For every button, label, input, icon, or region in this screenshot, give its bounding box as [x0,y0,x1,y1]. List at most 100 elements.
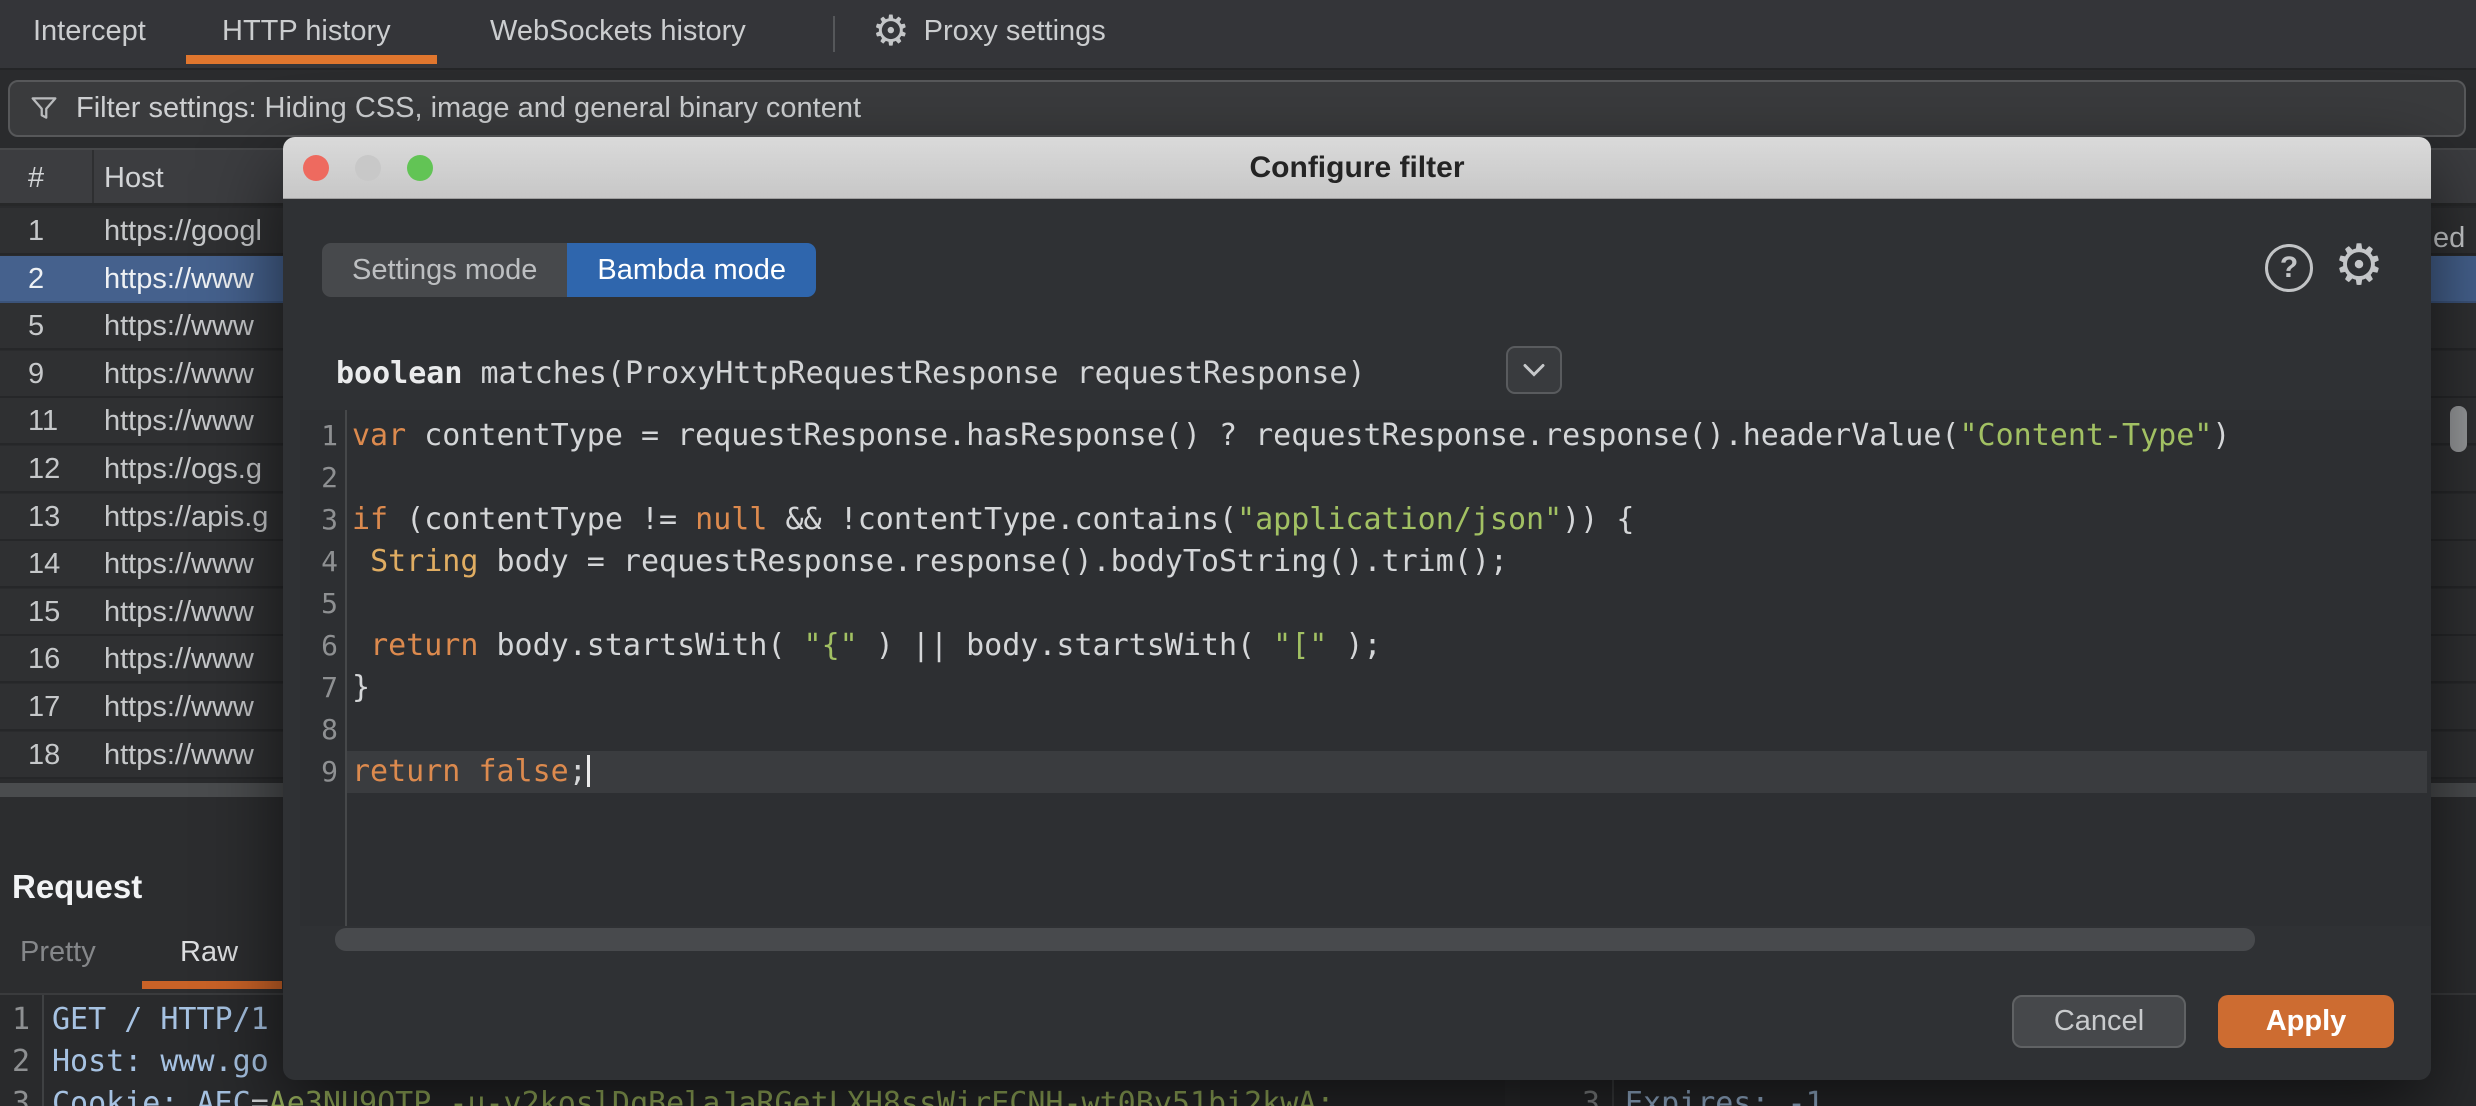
code-segment: if [352,502,388,537]
settings-gear-button[interactable]: ⚙ [2331,236,2387,296]
bambda-code-editor[interactable]: 1var contentType = requestResponse.hasRe… [300,410,2431,926]
line-code: if (contentType != null && !contentType.… [352,499,1634,541]
row-number: 16 [28,643,60,676]
tabbar-divider [833,16,835,52]
column-header-number[interactable]: # [28,162,44,195]
row-host: https://www [104,596,254,629]
burp-suite-window: Intercept HTTP history WebSockets histor… [0,0,2476,1106]
bambda-code-line: 3if (contentType != null && !contentType… [300,499,2431,541]
code-segment: = [251,1086,269,1106]
request-panel-title: Request [12,868,142,906]
line-number: 2 [0,1041,30,1083]
signature-rest: matches(ProxyHttpRequestResponse request… [462,356,1365,391]
line-number: 9 [300,751,338,793]
code-segment [352,628,370,663]
row-number: 15 [28,596,60,629]
row-number: 5 [28,310,44,343]
line-number: 2 [300,457,338,499]
chevron-down-icon [1522,363,1546,378]
code-segment: body.startsWith( [478,628,803,663]
code-segment: )) { [1562,502,1634,537]
code-segment: contentType = requestResponse.hasRespons… [406,418,1959,453]
table-vertical-scrollbar[interactable] [2450,406,2467,452]
gear-icon: ⚙ [872,10,910,52]
code-segment: "[" [1273,628,1327,663]
filter-funnel-icon [28,93,60,125]
gear-icon: ⚙ [2334,238,2384,294]
signature-dropdown-button[interactable] [1506,346,1562,394]
tab-intercept[interactable]: Intercept [33,0,146,62]
dialog-titlebar[interactable]: Configure filter [283,137,2431,199]
apply-button[interactable]: Apply [2218,995,2394,1048]
line-code: return false; [352,751,590,793]
code-segment: } [352,670,370,705]
help-icon[interactable]: ? [2265,244,2313,292]
row-number: 17 [28,691,60,724]
line-number: 3 [0,1083,30,1106]
code-segment: return [352,754,460,789]
row-number: 18 [28,739,60,772]
code-segment: (contentType != [388,502,695,537]
code-segment [352,544,370,579]
bambda-mode-button[interactable]: Bambda mode [567,243,816,297]
column-header-host[interactable]: Host [104,162,164,195]
code-segment: body = requestResponse.response().bodyTo… [478,544,1508,579]
tab-raw[interactable]: Raw [180,936,238,969]
row-number: 1 [28,215,44,248]
row-host: https://www [104,548,254,581]
bambda-code-line: 2 [300,457,2431,499]
line-code: Host: www.go [52,1041,269,1083]
code-segment: Cookie: AEC [52,1086,251,1106]
row-number: 9 [28,358,44,391]
mode-toggle: Settings mode Bambda mode [322,243,816,297]
code-segment: Expires: -1 [1625,1086,1824,1106]
bambda-code-line: 7} [300,667,2431,709]
line-number: 7 [300,667,338,709]
line-code: Cookie: AEC=Ae3NU9QTP_-u-v2koslDqBelaJaR… [52,1083,1334,1106]
code-segment: ) || body.startsWith( [858,628,1273,663]
row-number: 12 [28,453,60,486]
code-segment: false [478,754,568,789]
code-segment: ) [2212,418,2230,453]
tab-proxy-settings[interactable]: ⚙ Proxy settings [872,0,1106,62]
filter-settings-bar[interactable]: Filter settings: Hiding CSS, image and g… [8,80,2466,137]
code-segment: var [352,418,406,453]
bambda-code-line: 8 [300,709,2431,751]
row-host: https://www [104,739,254,772]
code-segment: "{" [804,628,858,663]
bambda-code-line: 1var contentType = requestResponse.hasRe… [300,415,2431,457]
top-tab-bar: Intercept HTTP history WebSockets histor… [0,0,2476,70]
row-number: 11 [28,405,58,438]
line-code: Expires: -1 [1625,1083,1824,1106]
code-segment: null [695,502,767,537]
code-segment: GET / HTTP/1 [52,1002,269,1037]
tab-http-history[interactable]: HTTP history [222,0,391,62]
line-code: GET / HTTP/1 [52,999,269,1041]
tab-pretty[interactable]: Pretty [20,936,96,969]
line-code: return body.startsWith( "{" ) || body.st… [352,625,1382,667]
code-segment: String [370,544,478,579]
text-cursor [587,755,590,787]
column-separator[interactable] [92,150,94,203]
line-code: var contentType = requestResponse.hasRes… [352,415,2230,457]
editor-horizontal-scrollbar[interactable] [335,928,2255,951]
bambda-code-line: 5 [300,583,2431,625]
row-host: https://www [104,358,254,391]
tab-websockets-history[interactable]: WebSockets history [490,0,746,62]
row-number: 2 [28,263,44,296]
message-line: 3Expires: -1 [1520,1083,2476,1106]
bambda-code-line: 9 return false; [300,751,2431,793]
proxy-settings-label: Proxy settings [924,15,1106,48]
code-segment: ); [1327,628,1381,663]
code-segment: Host: www.go [52,1044,269,1079]
line-number: 4 [300,541,338,583]
bambda-code-line: 6 return body.startsWith( "{" ) || body.… [300,625,2431,667]
row-host: https://ogs.g [104,453,262,486]
cancel-button[interactable]: Cancel [2012,995,2186,1048]
row-number: 14 [28,548,60,581]
code-segment: "Content-Type" [1959,418,2212,453]
code-segment: && !contentType.contains( [767,502,1237,537]
settings-mode-button[interactable]: Settings mode [322,243,567,297]
row-number: 13 [28,501,60,534]
row-host: https://www [104,643,254,676]
